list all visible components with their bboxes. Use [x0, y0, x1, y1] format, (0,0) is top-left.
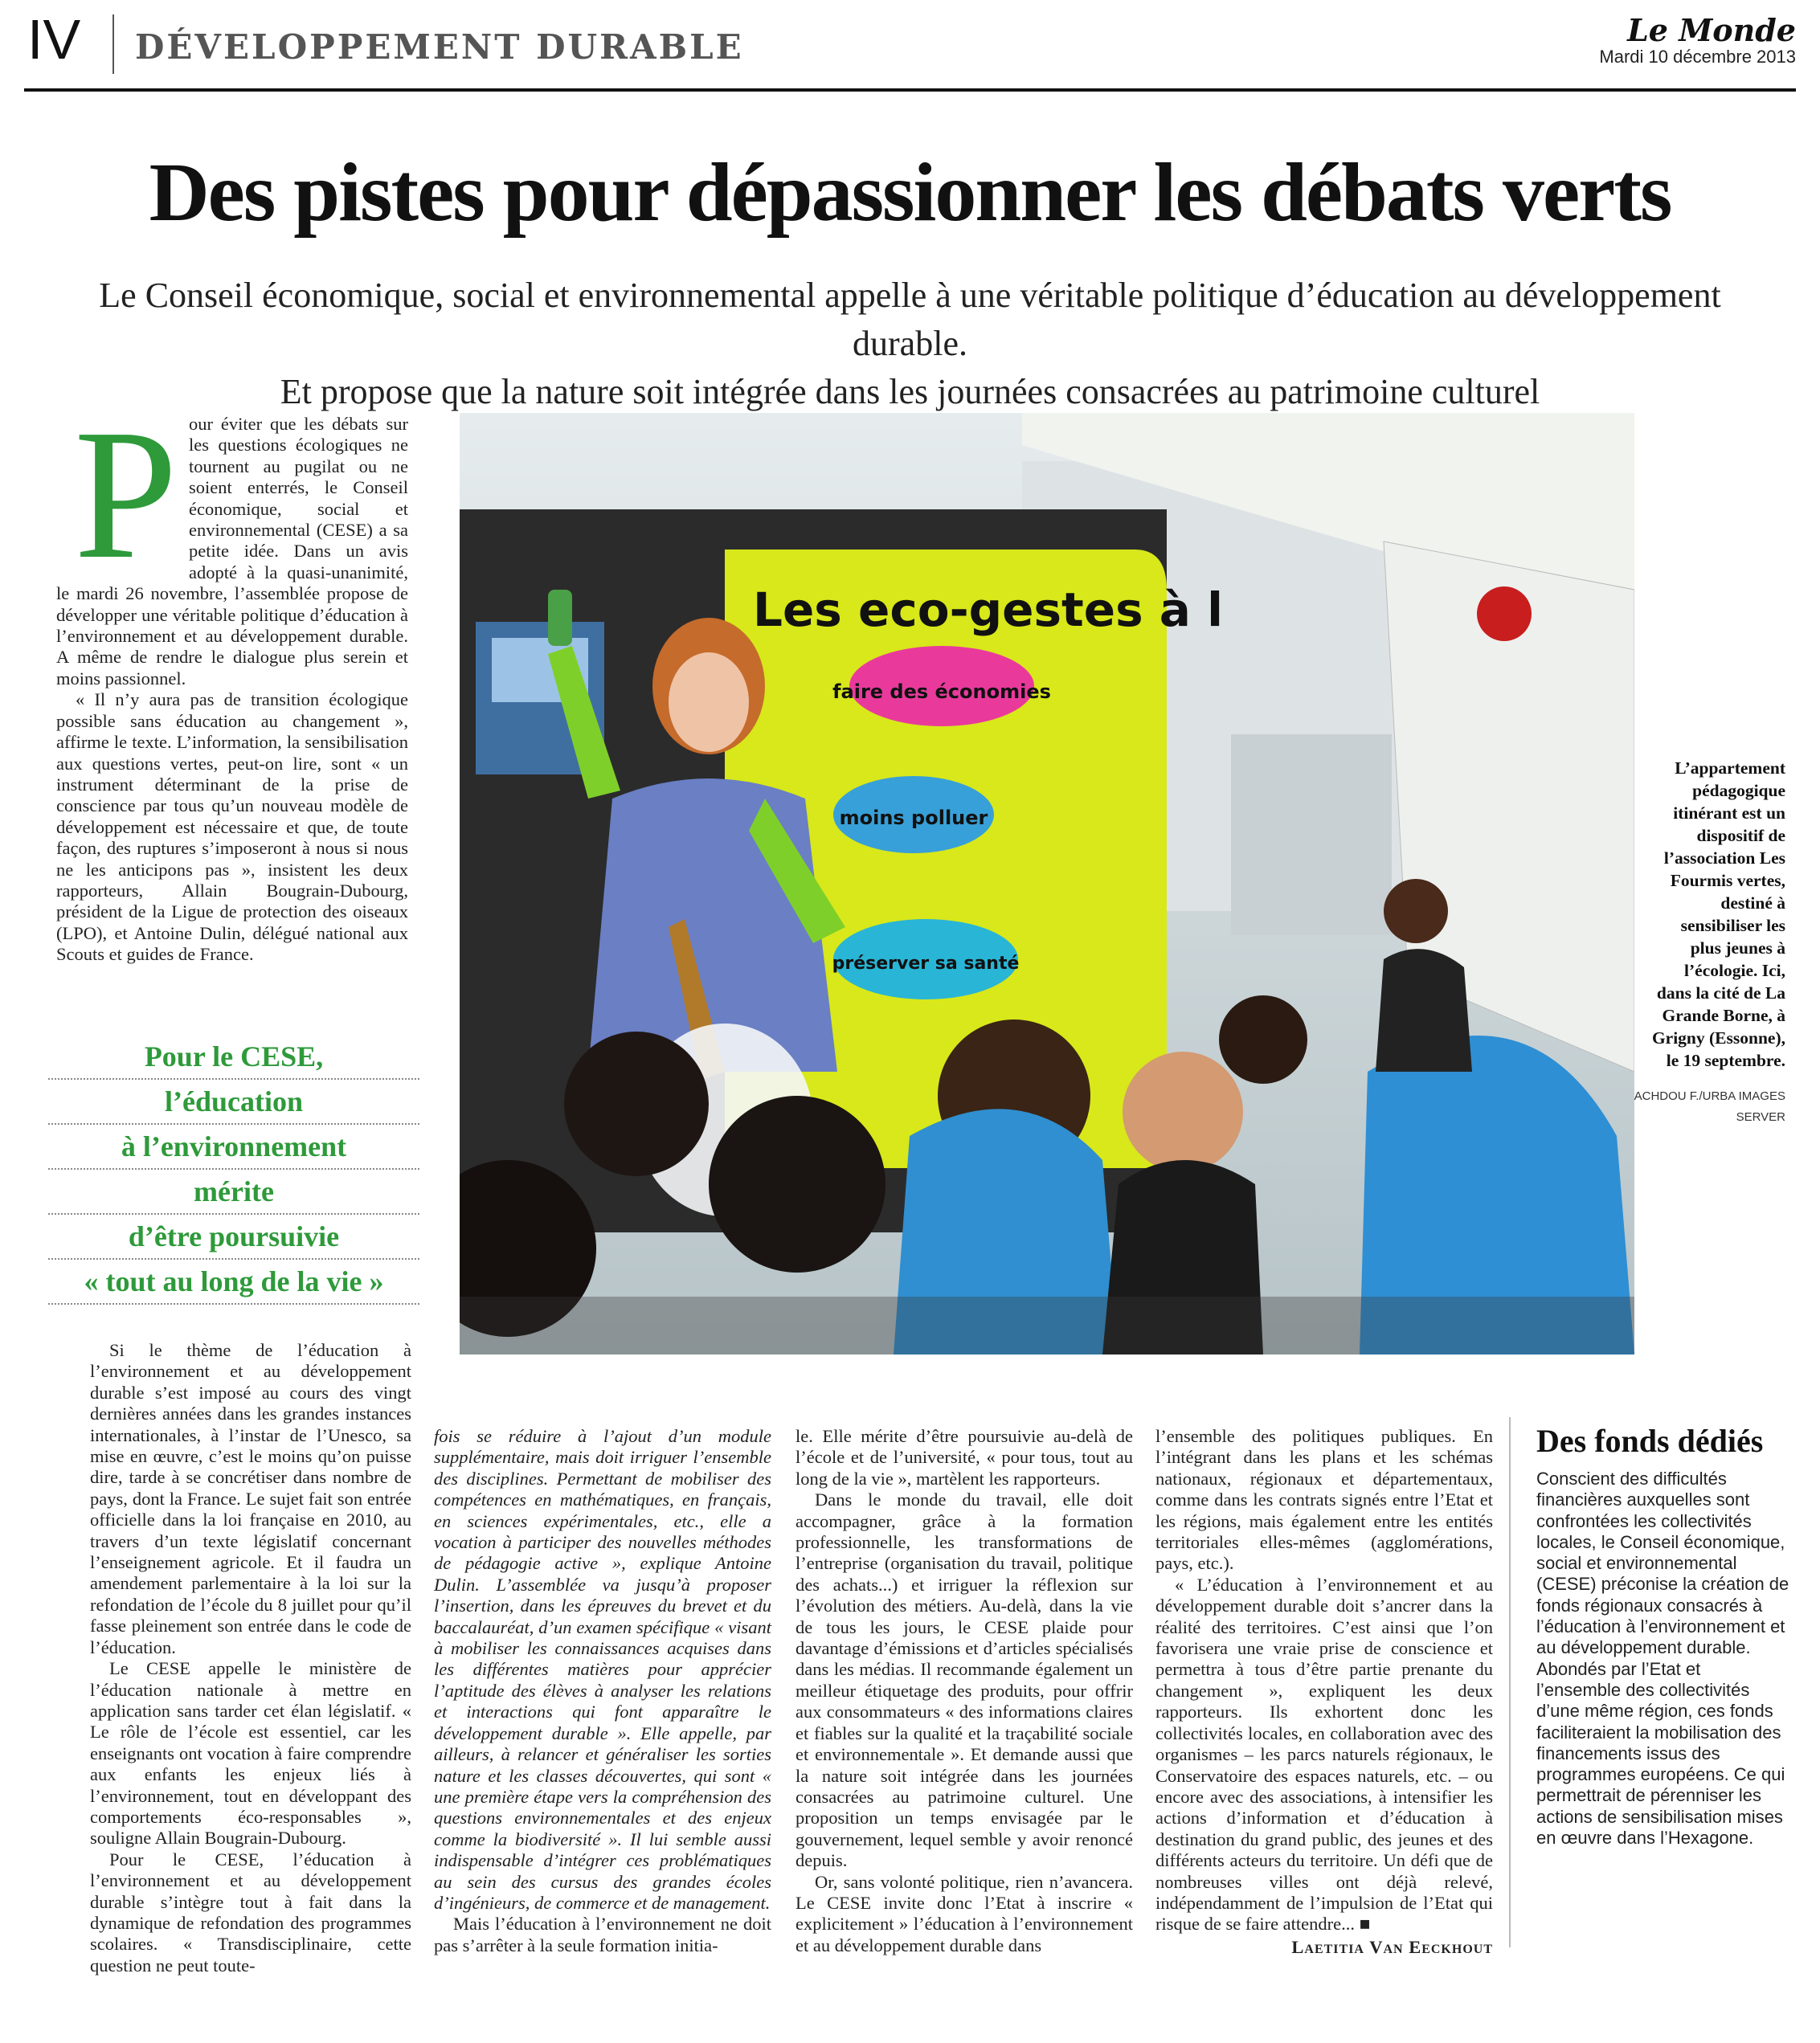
photo-caption: L’appartement pédagogique itinérant est … [1651, 758, 1785, 1070]
author-signature: Laetitia Van Eeckhout [1291, 1936, 1493, 1957]
masthead: Le Monde Mardi 10 décembre 2013 [1599, 14, 1796, 67]
drop-cap: P [74, 391, 178, 598]
sidebar-box: Des fonds dédiés Conscient des difficult… [1536, 1422, 1789, 1849]
article-column-3: le. Elle mérite d’être poursuivie au-del… [795, 1426, 1133, 1956]
sidebar-paragraph: Abondés par l’Etat et l’ensemble des col… [1536, 1658, 1785, 1849]
article-paragraph: Or, sans volonté politique, rien n’avanc… [795, 1871, 1133, 1955]
article-paragraph: fois se réduire à l’ajout d’un module su… [434, 1426, 771, 1913]
sidebar-body: Conscient des difficultés financières au… [1536, 1469, 1789, 1849]
pull-quote-line: d’être poursuivie [48, 1215, 419, 1260]
pull-quote-line: à l’environnement [48, 1125, 419, 1170]
article-subhead: Le Conseil économique, social et environ… [48, 272, 1772, 416]
sidebar-paragraph: Conscient des difficultés financières au… [1536, 1469, 1789, 1658]
article-paragraph: « L’éducation à l’environnement et au dé… [1155, 1574, 1493, 1935]
article-paragraph: Le CESE appelle le ministère de l’éducat… [90, 1658, 411, 1849]
photo-credit: ACHDOU F./URBA IMAGES SERVER [1634, 1089, 1785, 1124]
subhead-line: Le Conseil économique, social et environ… [99, 276, 1721, 363]
article-paragraph: l’ensemble des politiques publiques. En … [1155, 1426, 1493, 1574]
article-headline: Des pistes pour dépassionner les débats … [149, 146, 1673, 239]
section-title: DÉVELOPPEMENT DURABLE [135, 27, 744, 67]
article-photo: Les eco-gestes à l faire des économies m… [460, 413, 1634, 1355]
pull-quote-line: Pour le CESE, [48, 1035, 419, 1080]
intro-column: P our éviter que les débats sur les ques… [56, 391, 408, 966]
pull-quote-line: mérite [48, 1170, 419, 1215]
newspaper-logo: Le Monde [1627, 12, 1796, 48]
issue-date: Mardi 10 décembre 2013 [1599, 47, 1796, 67]
page-number: IV [27, 8, 81, 71]
article-column-4: l’ensemble des politiques publiques. En … [1155, 1426, 1493, 1958]
article-column-2: fois se réduire à l’ajout d’un module su… [434, 1426, 771, 1956]
van-badge-polluer: moins polluer [840, 807, 988, 829]
header-rule [24, 88, 1796, 92]
sidebar-divider [1509, 1417, 1511, 1947]
intro-paragraph: « Il n’y aura pas de transition écologiq… [56, 689, 408, 965]
pull-quote-line: l’éducation [48, 1080, 419, 1125]
sidebar-title: Des fonds dédiés [1536, 1423, 1764, 1459]
article-paragraph: Si le thème de l’éducation à l’environne… [90, 1340, 411, 1657]
photo-illustration: Les eco-gestes à l faire des économies m… [460, 413, 1634, 1355]
subhead-line: Et propose que la nature soit intégrée d… [280, 372, 1540, 411]
article-column-1: Si le thème de l’éducation à l’environne… [90, 1340, 411, 1976]
van-badge-economies: faire des économies [832, 680, 1051, 703]
article-paragraph: Mais l’éducation à l’environnement ne do… [434, 1914, 771, 1955]
header-divider [112, 14, 114, 74]
van-badge-sante: préserver sa santé [832, 954, 1020, 974]
article-paragraph: Pour le CESE, l’éducation à l’environnem… [90, 1849, 411, 1976]
pull-quote: Pour le CESE, l’éducation à l’environnem… [48, 1035, 419, 1305]
van-slogan: Les eco-gestes à l [753, 582, 1223, 637]
article-paragraph: Dans le monde du travail, elle doit acco… [795, 1489, 1133, 1871]
article-paragraph: le. Elle mérite d’être poursuivie au-del… [795, 1426, 1133, 1489]
pull-quote-line: « tout au long de la vie » [48, 1260, 419, 1305]
